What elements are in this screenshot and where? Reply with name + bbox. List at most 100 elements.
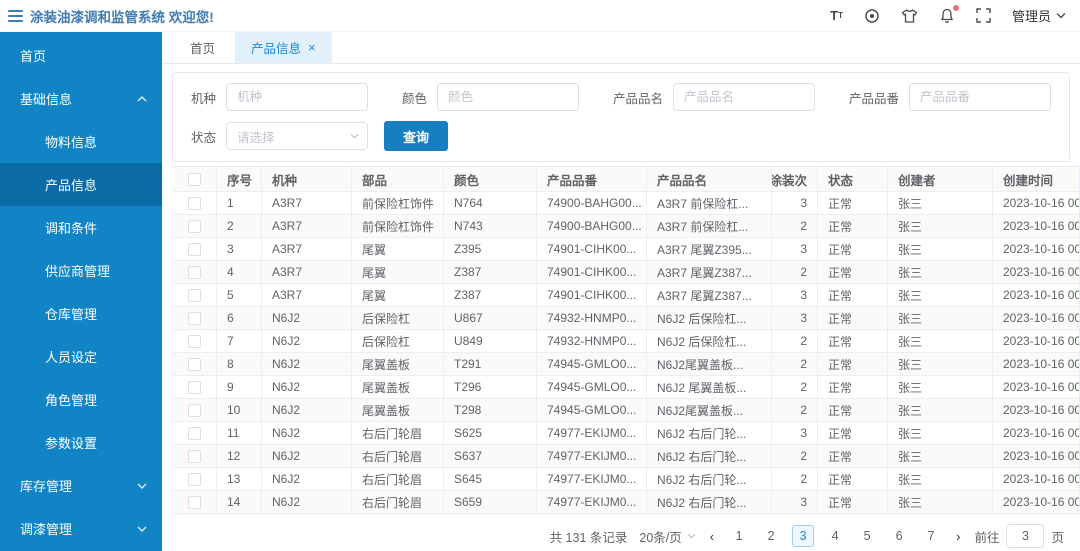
cell-model: N6J2	[262, 330, 352, 353]
row-checkbox[interactable]	[187, 426, 201, 440]
cell-part-no: 74945-GMLO0...	[537, 376, 647, 399]
jump-page-input[interactable]	[1006, 524, 1045, 548]
page-jumper: 前往 页	[974, 524, 1064, 548]
cell-product-name: N6J2尾翼盖板...	[647, 353, 772, 376]
help-icon[interactable]	[864, 8, 880, 24]
page-size-select[interactable]: 20条/页	[639, 527, 696, 546]
cell-part-no: 74977-EKIJM0...	[537, 445, 647, 468]
row-checkbox[interactable]	[187, 311, 201, 325]
sidebar-item-parameter-setting[interactable]: 参数设置	[0, 421, 162, 464]
user-name: 管理员	[1011, 9, 1051, 24]
font-size-icon[interactable]: TT	[830, 9, 843, 22]
sidebar-item-blend-condition[interactable]: 调和条件	[0, 206, 162, 249]
cell-creator: 张三	[888, 399, 993, 422]
search-button[interactable]: 查询	[384, 121, 449, 151]
row-checkbox[interactable]	[187, 288, 201, 302]
row-checkbox[interactable]	[187, 380, 201, 394]
sidebar-item-label: 角色管理	[45, 393, 98, 408]
row-checkbox[interactable]	[187, 495, 201, 509]
table-row: 10 N6J2 尾翼盖板 T298 74945-GMLO0... N6J2尾翼盖板... 2…	[172, 399, 1080, 422]
row-checkbox[interactable]	[187, 472, 201, 486]
row-checkbox[interactable]	[187, 242, 201, 256]
cell-created: 2023-10-16 00:...	[993, 445, 1080, 468]
page-number[interactable]: 6	[888, 525, 910, 547]
sidebar-item-supplier-mgmt[interactable]: 供应商管理	[0, 249, 162, 292]
row-checkbox[interactable]	[187, 196, 201, 210]
cell-status: 正常	[818, 399, 888, 422]
status-select[interactable]: 请选择	[226, 122, 369, 150]
sidebar-item-material-info[interactable]: 物料信息	[0, 120, 162, 163]
cell-status: 正常	[818, 215, 888, 238]
row-checkbox[interactable]	[187, 449, 201, 463]
jump-suffix: 页	[1051, 530, 1064, 545]
select-all-checkbox[interactable]	[187, 172, 201, 186]
table-row: 8 N6J2 尾翼盖板 T291 74945-GMLO0... N6J2尾翼盖板... 2 正…	[172, 353, 1080, 376]
page-number[interactable]: 7	[920, 525, 942, 547]
cell-color: T298	[444, 399, 537, 422]
row-checkbox[interactable]	[187, 334, 201, 348]
cell-part: 后保险杠	[352, 307, 444, 330]
cell-product-name: N6J2 右后门轮...	[647, 445, 772, 468]
cell-model: A3R7	[262, 215, 352, 238]
cell-created: 2023-10-16 00:...	[993, 192, 1080, 215]
cell-part: 尾翼盖板	[352, 376, 444, 399]
cell-part: 尾翼盖板	[352, 399, 444, 422]
prev-page-icon[interactable]: ‹	[708, 529, 716, 544]
cell-part: 尾翼	[352, 238, 444, 261]
cell-seq: 4	[217, 261, 262, 284]
color-label: 颜色	[401, 91, 427, 106]
notification-bell-icon[interactable]	[939, 4, 959, 24]
cell-status: 正常	[818, 376, 888, 399]
cell-product-name: N6J2 右后门轮...	[647, 468, 772, 491]
color-input[interactable]	[437, 83, 579, 111]
cell-creator: 张三	[888, 330, 993, 353]
sidebar-group-basic-info[interactable]: 基础信息	[0, 77, 162, 120]
sidebar-group-inventory-mgmt[interactable]: 库存管理	[0, 464, 162, 507]
cell-seq: 5	[217, 284, 262, 307]
chevron-down-icon	[137, 526, 147, 532]
menu-collapse-icon[interactable]	[8, 9, 23, 22]
model-input[interactable]	[226, 83, 369, 111]
cell-status: 正常	[818, 261, 888, 284]
cell-model: N6J2	[262, 445, 352, 468]
sidebar-item-label: 供应商管理	[45, 264, 111, 279]
product-name-input[interactable]	[672, 83, 815, 111]
row-checkbox[interactable]	[187, 265, 201, 279]
cell-coats: 2	[772, 353, 818, 376]
page-number[interactable]: 2	[760, 525, 782, 547]
page-number[interactable]: 3	[792, 525, 815, 547]
page-size-value: 20条/页	[639, 530, 682, 545]
row-checkbox[interactable]	[187, 357, 201, 371]
col-model: 机种	[262, 167, 352, 192]
fullscreen-icon[interactable]	[976, 8, 991, 23]
cell-status: 正常	[818, 238, 888, 261]
cell-coats: 3	[772, 238, 818, 261]
sidebar-item-role-mgmt[interactable]: 角色管理	[0, 378, 162, 421]
tab-close-icon[interactable]: ×	[308, 41, 316, 54]
next-page-icon[interactable]: ›	[954, 529, 962, 544]
row-checkbox[interactable]	[187, 403, 201, 417]
cell-seq: 13	[217, 468, 262, 491]
tab-label: 产品信息	[251, 42, 302, 56]
sidebar-item-personnel-setting[interactable]: 人员设定	[0, 335, 162, 378]
tab-home[interactable]: 首页	[174, 32, 231, 63]
chevron-down-icon	[137, 483, 147, 489]
sidebar-group-paint-mgmt[interactable]: 调漆管理	[0, 507, 162, 550]
user-menu[interactable]: 管理员	[1012, 6, 1066, 25]
cell-model: N6J2	[262, 376, 352, 399]
page-number[interactable]: 5	[856, 525, 878, 547]
cell-model: A3R7	[262, 261, 352, 284]
theme-skin-icon[interactable]	[901, 8, 918, 24]
tab-product-info[interactable]: 产品信息 ×	[235, 32, 332, 63]
sidebar-item-warehouse-mgmt[interactable]: 仓库管理	[0, 292, 162, 335]
table-row: 1 A3R7 前保险杠饰件 N764 74900-BAHG00... A3R7 前保险杠.…	[172, 192, 1080, 215]
sidebar-item-home[interactable]: 首页	[0, 34, 162, 77]
sidebar-item-product-info[interactable]: 产品信息	[0, 163, 162, 206]
page-number[interactable]: 1	[728, 525, 750, 547]
sidebar-item-label: 参数设置	[45, 436, 98, 451]
part-no-input[interactable]	[908, 83, 1051, 111]
cell-part-no: 74932-HNMP0...	[537, 330, 647, 353]
row-checkbox[interactable]	[187, 219, 201, 233]
cell-creator: 张三	[888, 215, 993, 238]
page-number[interactable]: 4	[824, 525, 846, 547]
